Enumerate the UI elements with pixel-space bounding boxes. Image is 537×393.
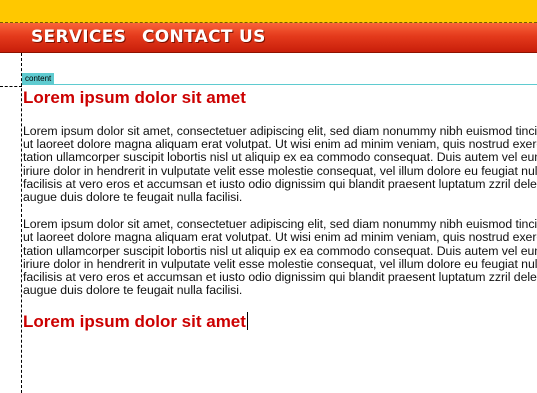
layout-guide-horizontal [0,86,22,87]
main-navigation: SERVICES CONTACT US [0,23,537,53]
editable-region-border [22,84,537,85]
text-cursor [246,312,248,331]
layout-guide-vertical [21,53,22,393]
editable-region-tag[interactable]: content [22,73,55,84]
content-subheading-text: Lorem ipsum dolor sit amet [23,312,246,332]
content-subheading[interactable]: Lorem ipsum dolor sit amet [23,311,537,332]
content-heading[interactable]: Lorem ipsum dolor sit amet [23,87,537,108]
content-paragraph[interactable]: Lorem ipsum dolor sit amet, consectetuer… [23,218,537,297]
editor-canvas[interactable]: SERVICES CONTACT US content Lorem ipsum … [0,0,537,393]
header-top-bar [0,0,537,23]
nav-link-contact-us[interactable]: CONTACT US [142,27,266,47]
editable-content-region[interactable]: Lorem ipsum dolor sit amet Lorem ipsum d… [23,86,537,332]
nav-link-services[interactable]: SERVICES [31,27,126,47]
content-paragraph[interactable]: Lorem ipsum dolor sit amet, consectetuer… [23,124,537,204]
